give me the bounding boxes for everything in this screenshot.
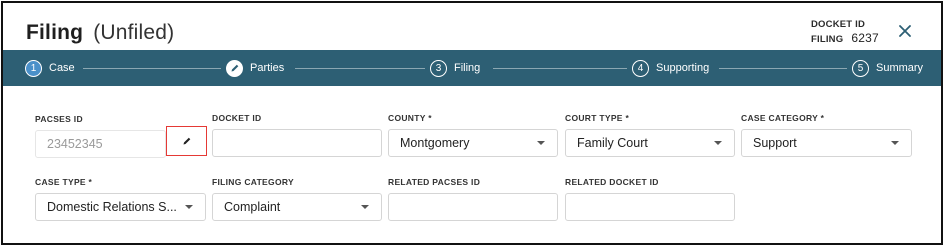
field-label: RELATED PACSES ID — [388, 177, 481, 187]
case-type-value: Domestic Relations S... — [47, 200, 177, 214]
chevron-down-icon — [185, 205, 193, 209]
dialog-header: Filing (Unfiled) DOCKET ID FILING 6237 — [3, 3, 941, 49]
step-connector — [719, 68, 847, 69]
filing-category-field: FILING CATEGORY Complaint — [212, 176, 383, 221]
court-type-field: COURT TYPE * Family Court — [565, 112, 736, 157]
step-label: Summary — [876, 62, 924, 74]
case-type-field: CASE TYPE * Domestic Relations S... — [35, 176, 207, 221]
chevron-down-icon — [361, 205, 369, 209]
step-connector — [83, 68, 221, 69]
filing-number: 6237 — [851, 31, 879, 45]
title-main: Filing — [26, 21, 84, 44]
related-docket-id-input[interactable] — [565, 193, 735, 221]
county-value: Montgomery — [400, 136, 470, 150]
court-type-select[interactable]: Family Court — [565, 129, 735, 157]
step-label: Parties — [250, 62, 285, 74]
step-number: 5 — [852, 59, 869, 77]
related-pacses-id-field: RELATED PACSES ID — [388, 176, 559, 221]
step-label: Supporting — [656, 62, 710, 74]
filing-category-value: Complaint — [224, 200, 281, 214]
pacses-id-input: 23452345 — [35, 130, 166, 158]
edit-pacses-id-button[interactable] — [166, 126, 207, 156]
close-icon — [899, 25, 911, 37]
county-select[interactable]: Montgomery — [388, 129, 558, 157]
step-number: 1 — [25, 59, 42, 77]
field-label: COURT TYPE * — [565, 113, 630, 123]
filing-dialog: Filing (Unfiled) DOCKET ID FILING 6237 1 C… — [1, 1, 943, 245]
step-label: Filing — [454, 62, 481, 74]
step-number: 4 — [632, 59, 649, 77]
docket-id-label: DOCKET ID — [811, 19, 866, 30]
county-field: COUNTY * Montgomery — [388, 112, 559, 157]
field-label: FILING CATEGORY — [212, 177, 294, 187]
case-category-field: CASE CATEGORY * Support — [741, 112, 913, 157]
step-complete — [226, 59, 243, 77]
title-status: (Unfiled) — [93, 21, 175, 44]
field-label: DOCKET ID — [212, 113, 262, 123]
related-pacses-id-input[interactable] — [388, 193, 558, 221]
filing-category-select[interactable]: Complaint — [212, 193, 382, 221]
chevron-down-icon — [891, 141, 899, 145]
pacses-id-field: PACSES ID 23452345 — [35, 113, 210, 158]
chevron-down-icon — [714, 141, 722, 145]
docket-id-input[interactable] — [212, 129, 382, 157]
field-label: CASE TYPE * — [35, 177, 93, 187]
step-connector — [295, 68, 425, 69]
case-category-select[interactable]: Support — [741, 129, 912, 157]
court-type-value: Family Court — [577, 136, 648, 150]
step-label: Case — [49, 62, 75, 74]
related-docket-id-field: RELATED DOCKET ID — [565, 176, 736, 221]
filing-label: FILING — [811, 34, 844, 45]
close-button[interactable] — [896, 22, 914, 40]
step-summary[interactable]: 5 Summary — [852, 59, 923, 77]
step-case[interactable]: 1 Case — [25, 59, 75, 77]
field-label: PACSES ID — [35, 114, 83, 124]
step-filing[interactable]: 3 Filing — [430, 59, 480, 77]
pencil-icon — [183, 137, 190, 145]
progress-stepper: 1 Case Parties 3 Filing 4 Supporting 5 S… — [3, 50, 941, 86]
step-supporting[interactable]: 4 Supporting — [632, 59, 709, 77]
field-label: COUNTY * — [388, 113, 432, 123]
step-number: 3 — [430, 59, 447, 77]
pencil-icon — [231, 64, 238, 72]
chevron-down-icon — [537, 141, 545, 145]
page-title: Filing (Unfiled) — [26, 20, 174, 46]
field-label: RELATED DOCKET ID — [565, 177, 659, 187]
docket-id-field: DOCKET ID — [212, 112, 383, 157]
field-label: CASE CATEGORY * — [741, 113, 825, 123]
case-category-value: Support — [753, 136, 797, 150]
step-connector — [493, 68, 627, 69]
filing-row: FILING 6237 — [811, 32, 879, 46]
docket-info: DOCKET ID FILING 6237 — [811, 19, 879, 46]
case-type-select[interactable]: Domestic Relations S... — [35, 193, 206, 221]
step-parties[interactable]: Parties — [226, 59, 284, 77]
